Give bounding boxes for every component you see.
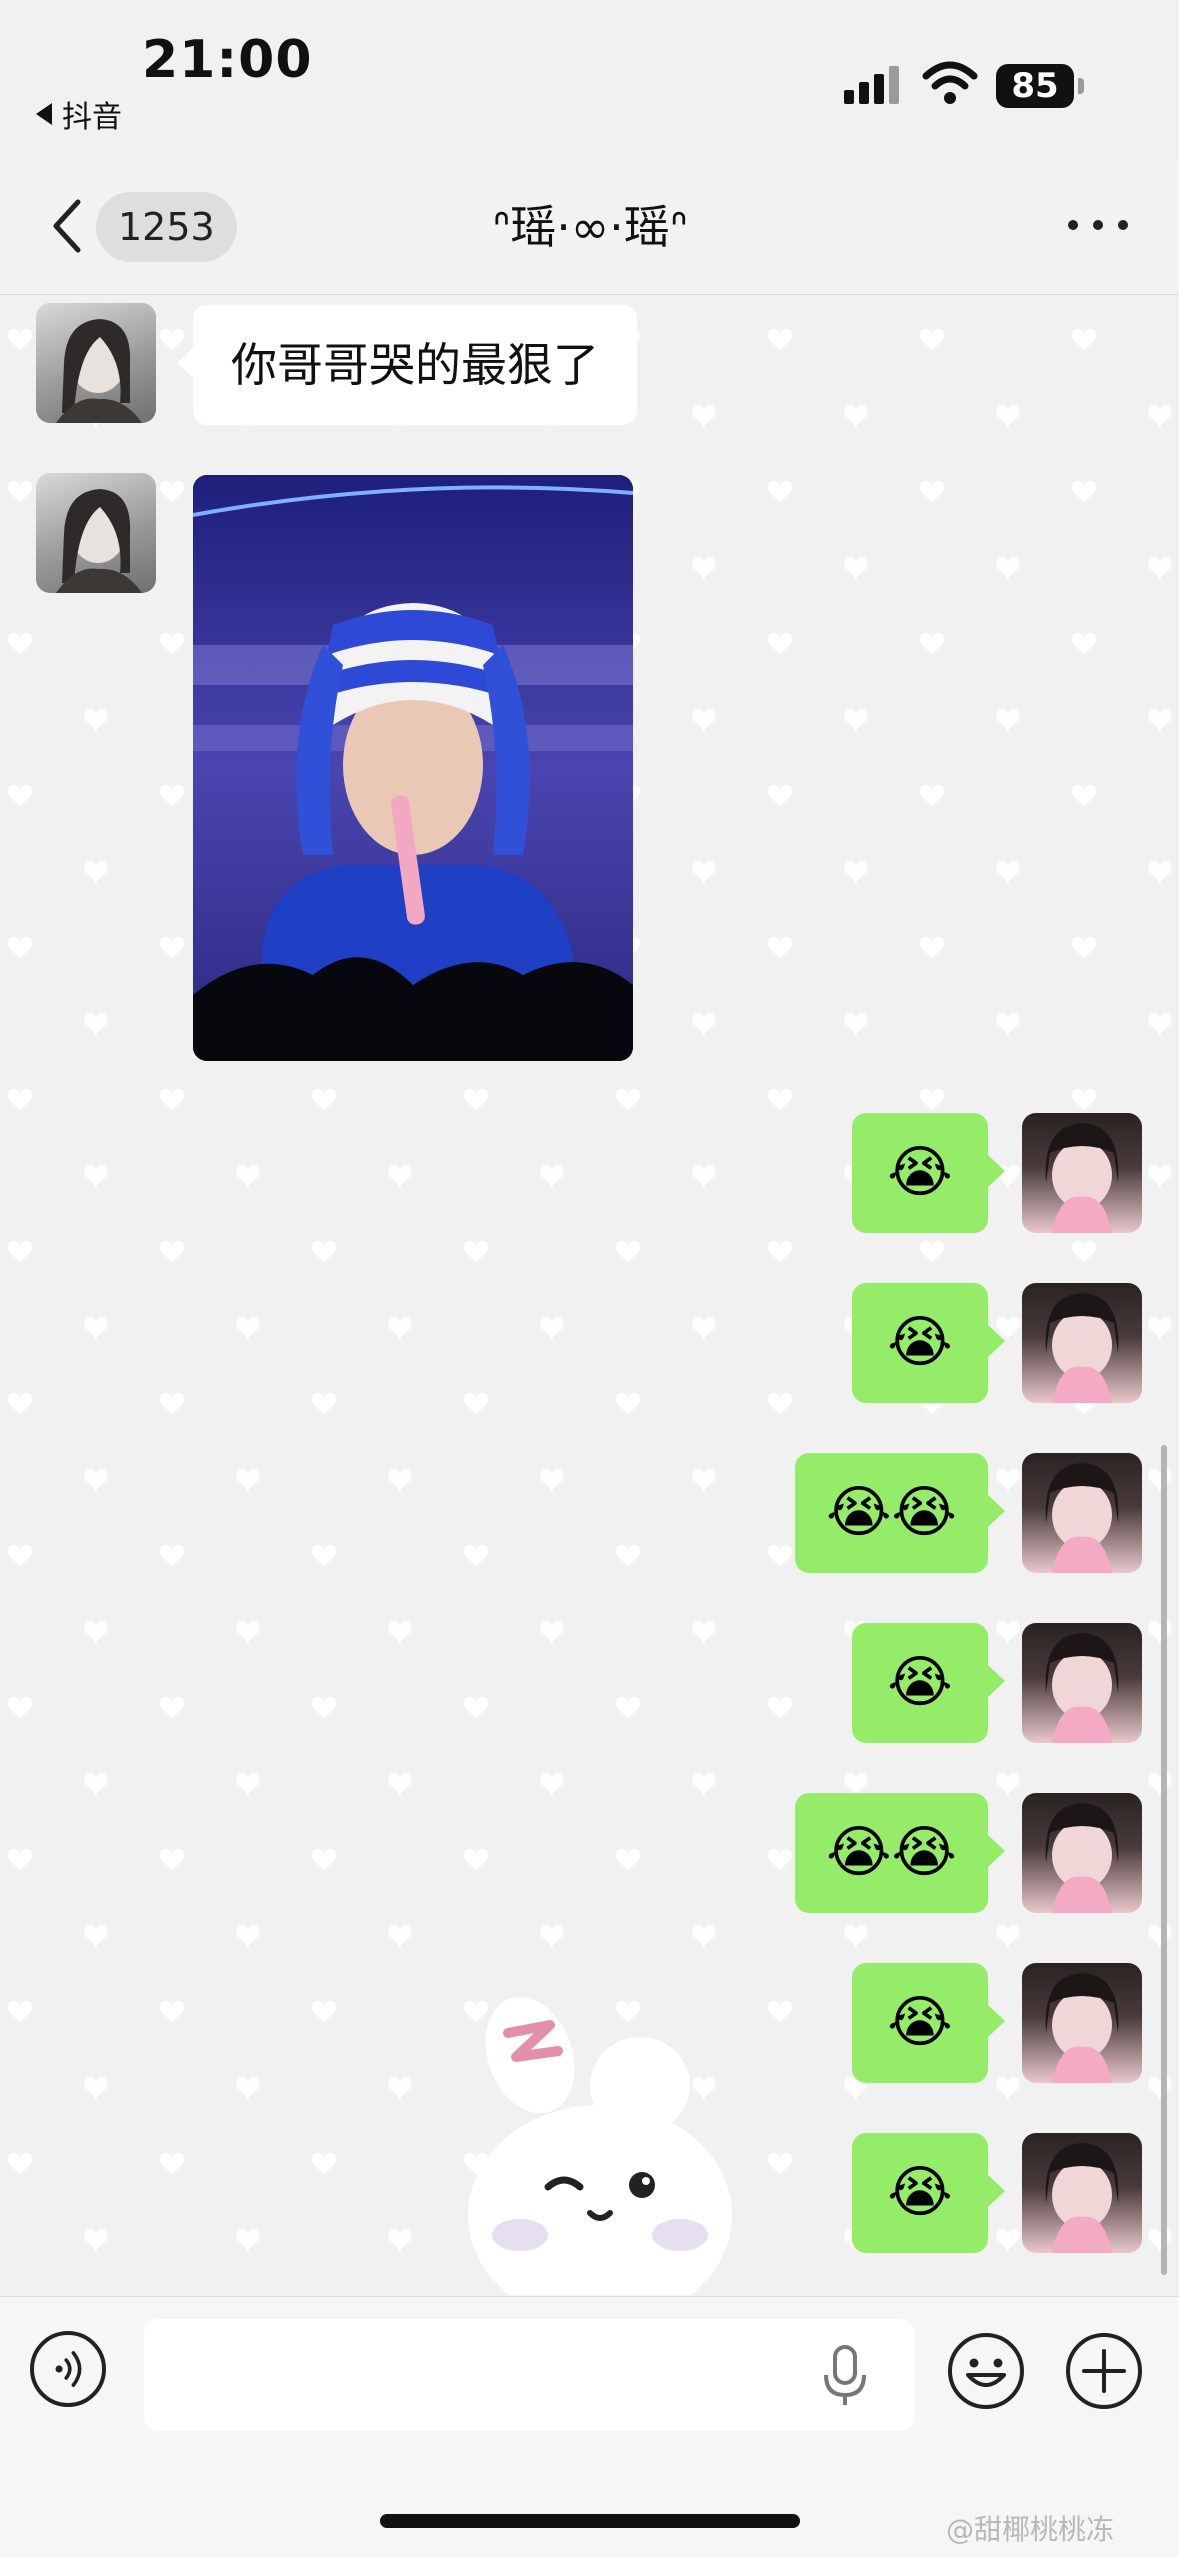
status-time: 21:00 [142,30,313,90]
chat-header: 1253 ᐢ瑶·∞·瑶ᐢ [0,160,1179,295]
more-icon[interactable] [1068,210,1128,240]
battery-level: 85 [1011,66,1059,106]
voice-icon[interactable] [30,2331,106,2407]
crying-emoji: 😭 [887,1990,953,2055]
crying-emoji: 😭😭 [826,1480,957,1545]
back-to-app-link[interactable]: 抖音 [36,92,122,136]
my-avatar[interactable] [1022,1963,1142,2083]
mic-icon[interactable] [820,2343,870,2409]
bunny-sticker-icon [468,1996,732,2295]
my-avatar[interactable] [1022,1453,1142,1573]
my-avatar[interactable] [1022,1793,1142,1913]
status-bar: 21:00 抖音 85 [0,0,1179,160]
message-bubble-text[interactable]: 你哥哥哭的最狠了 [177,305,637,425]
my-avatar[interactable] [1022,1623,1142,1743]
my-message-bubble[interactable]: 😭😭 [795,1453,1005,1573]
crying-emoji: 😭 [887,2160,953,2225]
crying-emoji: 😭 [887,1140,953,1205]
crying-emoji: 😭😭 [826,1820,957,1885]
my-message-bubble[interactable]: 😭 [852,1963,1005,2083]
emoji-icon[interactable] [946,2331,1026,2411]
wifi-icon [922,61,978,104]
my-avatar[interactable] [1022,2133,1142,2253]
plus-icon[interactable] [1064,2331,1144,2411]
crying-emoji: 😭 [887,1650,953,1715]
my-message-bubble[interactable]: 😭 [852,1623,1005,1743]
my-message-bubble[interactable]: 😭 [852,2133,1005,2253]
watermark: @甜椰桃桃冻 [946,2513,1115,2546]
crying-emoji: 😭 [887,1310,953,1375]
back-chevron-icon[interactable] [44,196,94,256]
my-avatar[interactable] [1022,1113,1142,1233]
home-indicator[interactable] [380,2514,800,2528]
my-message-bubble[interactable]: 😭 [852,1113,1005,1233]
scrollbar[interactable] [1161,1445,1167,2275]
contact-avatar[interactable] [36,473,156,593]
message-list[interactable]: 你哥哥哭的最狠了 😭 😭 😭😭 😭 😭😭 😭 😭 [0,295,1179,2295]
chat-title: ᐢ瑶·∞·瑶ᐢ [492,200,688,254]
my-message-bubble[interactable]: 😭😭 [795,1793,1005,1913]
back-app-label: 抖音 [62,100,122,135]
my-avatar[interactable] [1022,1283,1142,1403]
contact-avatar[interactable] [36,303,156,423]
message-input[interactable] [144,2319,914,2431]
my-message-bubble[interactable]: 😭 [852,1283,1005,1403]
back-triangle-icon [36,103,52,125]
message-image[interactable] [193,475,633,1061]
signal-icon [844,66,899,104]
battery-icon: 85 [996,64,1084,108]
unread-count-badge[interactable]: 1253 [96,192,237,262]
